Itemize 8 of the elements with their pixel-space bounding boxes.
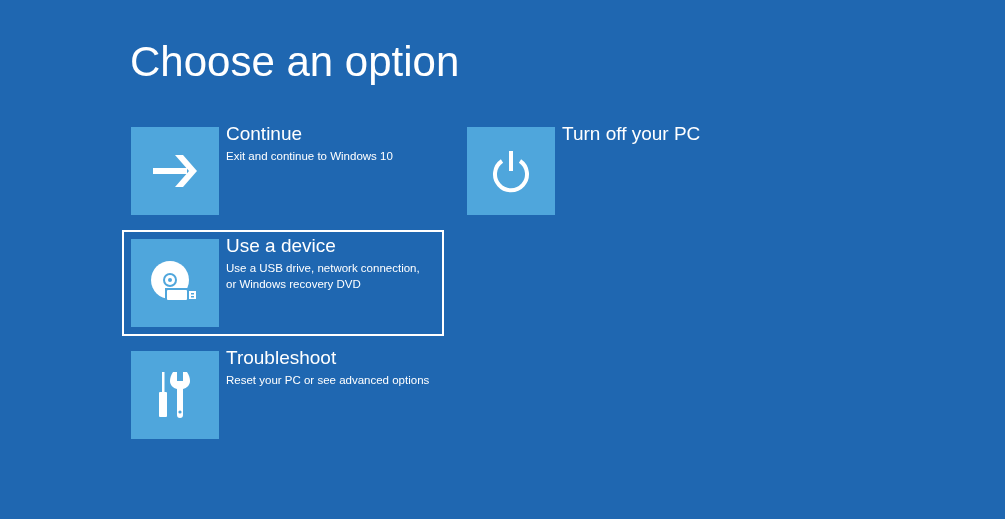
power-icon [491,149,531,193]
page-title: Choose an option [130,37,461,87]
option-button[interactable]: Continue Exit and continue to Windows 10 [122,118,444,224]
option-button[interactable]: Turn off your PC [458,118,780,224]
tools-icon [159,372,191,418]
option-button[interactable]: Use a device Use a USB drive, network connection, or Windows recovery DVD [122,230,444,336]
arrow-icon [153,155,197,187]
option-button[interactable]: Troubleshoot Reset your PC or see advanced options [122,342,444,448]
